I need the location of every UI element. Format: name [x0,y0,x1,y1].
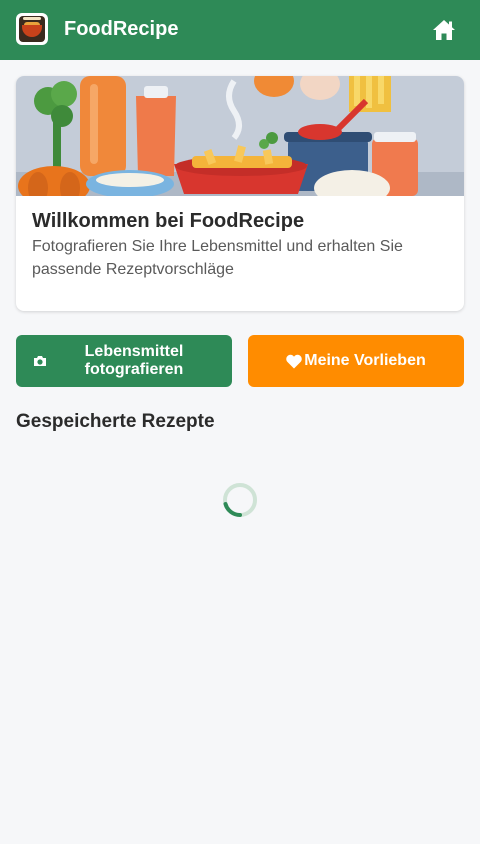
hero-food-illustration [16,76,464,196]
my-preferences-label: Meine Vorlieben [304,352,426,369]
foodrecipe-logo-icon [16,13,48,45]
home-button[interactable] [428,14,460,46]
home-icon [433,20,455,40]
welcome-card: Willkommen bei FoodRecipe Fotografieren … [16,76,464,311]
welcome-title: Willkommen bei FoodRecipe [32,210,305,232]
app-bar: FoodRecipe [0,0,480,60]
heart-icon [286,354,302,368]
welcome-subtitle: Fotografieren Sie Ihre Lebensmittel und … [32,238,403,278]
photograph-food-label: Lebensmittel fotografieren [84,343,184,378]
my-preferences-button[interactable]: Meine Vorlieben [248,335,464,387]
saved-recipes-heading: Gespeicherte Rezepte [16,411,215,432]
loading-spinner-icon [223,483,257,518]
camera-icon [34,356,46,366]
app-title: FoodRecipe [64,18,179,40]
photograph-food-button[interactable]: Lebensmittel fotografieren [16,335,232,387]
